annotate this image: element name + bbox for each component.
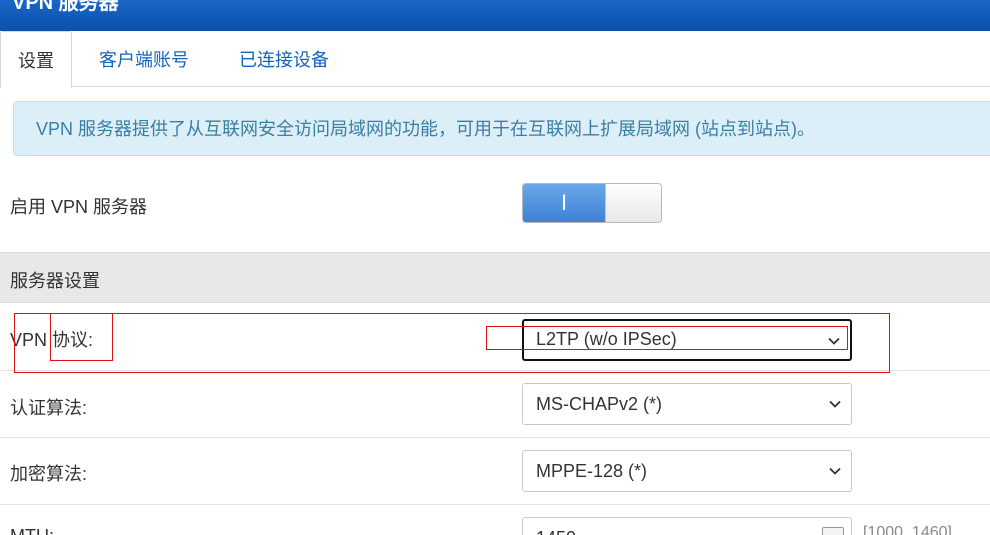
toggle-knob: [605, 184, 661, 222]
tab-bar: 设置 客户端账号 已连接设备: [0, 31, 990, 88]
auth-algorithm-select[interactable]: MS-CHAPv2 (*): [522, 383, 852, 425]
encryption-algorithm-value: MPPE-128 (*): [536, 461, 648, 481]
auth-algorithm-value: MS-CHAPv2 (*): [536, 394, 663, 414]
toggle-on-segment: I: [523, 184, 605, 222]
vpn-protocol-value: L2TP (w/o IPSec): [536, 329, 677, 349]
row-divider: [0, 370, 990, 371]
chevron-down-icon: [828, 337, 840, 345]
tab-connected-devices[interactable]: 已连接设备: [239, 31, 329, 88]
tab-client-accounts[interactable]: 客户端账号: [99, 31, 189, 88]
mtu-input[interactable]: 1450: [522, 517, 852, 535]
info-banner: VPN 服务器提供了从互联网安全访问局域网的功能，可用于在互联网上扩展局域网 (…: [13, 101, 990, 156]
info-text: VPN 服务器提供了从互联网安全访问局域网的功能，可用于在互联网上扩展局域网 (…: [36, 119, 815, 139]
vpn-protocol-label: VPN 协议:: [10, 330, 94, 350]
section-header: 服务器设置: [0, 252, 990, 303]
chevron-down-icon: [829, 467, 841, 475]
row-divider: [0, 437, 990, 438]
enable-vpn-toggle[interactable]: I: [522, 183, 662, 223]
encryption-algorithm-label: 加密算法:: [10, 464, 88, 484]
auth-algorithm-label: 认证算法:: [10, 398, 88, 418]
window-title: VPN 服务器: [12, 0, 119, 14]
enable-vpn-label: 启用 VPN 服务器: [10, 197, 148, 217]
mtu-range-hint: [1000..1460]: [863, 524, 952, 535]
section-title: 服务器设置: [10, 271, 100, 291]
row-divider: [0, 504, 990, 505]
input-card-icon: [822, 527, 844, 535]
mtu-label: MTU:: [10, 526, 54, 535]
window-title-bar: VPN 服务器: [0, 0, 990, 31]
vpn-protocol-select[interactable]: L2TP (w/o IPSec): [522, 319, 852, 361]
chevron-down-icon: [829, 400, 841, 408]
encryption-algorithm-select[interactable]: MPPE-128 (*): [522, 450, 852, 492]
mtu-value: 1450: [536, 528, 576, 535]
tab-settings[interactable]: 设置: [0, 31, 72, 88]
